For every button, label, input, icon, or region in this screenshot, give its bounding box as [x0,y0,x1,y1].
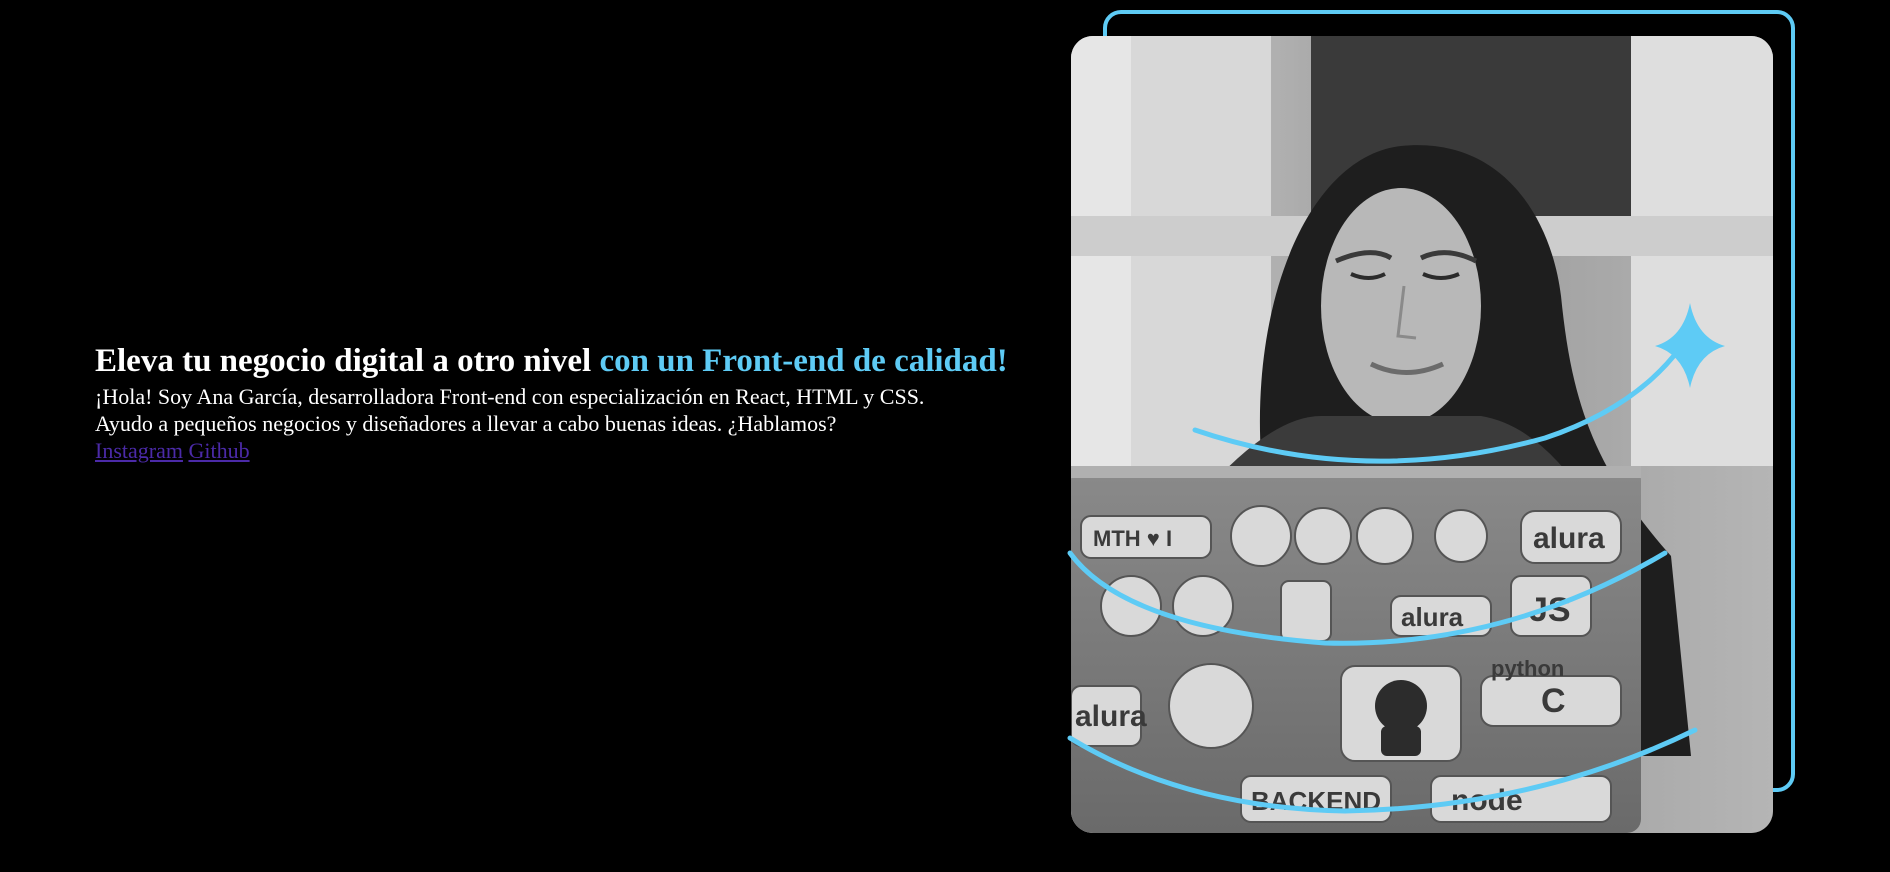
hero-title-accent: con un Front-end de calidad! [599,343,1008,379]
instagram-link[interactable]: Instagram [95,438,183,463]
page: Eleva tu negocio digital a otro nivel co… [0,0,1890,872]
sticker-alura-3: alura [1075,700,1147,733]
sticker-c: C [1541,682,1566,720]
sticker-mth: MTH ♥ I [1093,526,1172,551]
hero-description: ¡Hola! Soy Ana García, desarrolladora Fr… [95,383,1025,437]
sticker-alura-2: alura [1401,602,1464,632]
sticker-js: JS [1529,591,1571,629]
social-links: Instagram Github [95,437,1025,464]
hero-image-block: MTH ♥ I alura alura JS python alura BACK… [1065,8,1805,838]
sticker-node: node [1451,784,1523,817]
hero-section: Eleva tu negocio digital a otro nivel co… [95,340,1025,464]
github-link[interactable]: Github [188,438,249,463]
sticker-alura-1: alura [1533,522,1605,555]
sticker-backend: BACKEND [1251,786,1381,816]
portrait-photo: MTH ♥ I alura alura JS python alura BACK… [1071,36,1773,833]
hero-description-line-1: ¡Hola! Soy Ana García, desarrolladora Fr… [95,384,925,409]
hero-description-line-2: Ayudo a pequeños negocios y diseñadores … [95,411,837,436]
hero-title-main: Eleva tu negocio digital a otro nivel [95,343,600,379]
sticker-python: python [1491,656,1564,681]
photo-illustration: MTH ♥ I alura alura JS python alura BACK… [1071,36,1773,833]
hero-title: Eleva tu negocio digital a otro nivel co… [95,340,1025,383]
